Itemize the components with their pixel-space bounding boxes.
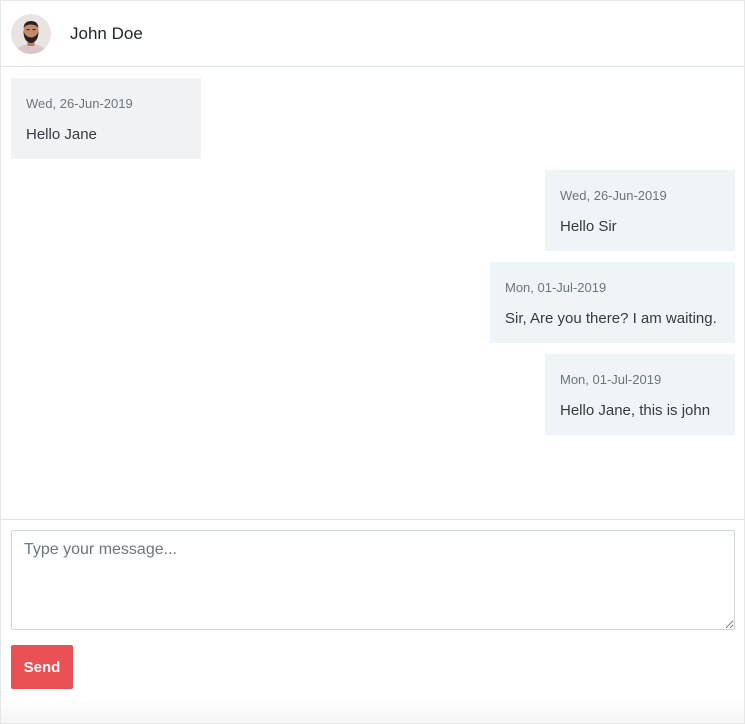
message-text: Hello Jane, this is john — [560, 402, 711, 419]
message-bubble: Wed, 26-Jun-2019 Hello Jane — [11, 78, 201, 159]
message-bubble: Mon, 01-Jul-2019 Hello Jane, this is joh… — [545, 354, 735, 435]
chat-header: John Doe — [1, 1, 744, 67]
message-date: Wed, 26-Jun-2019 — [560, 188, 667, 203]
contact-name: John Doe — [70, 23, 143, 43]
message-text: Hello Sir — [560, 218, 617, 235]
user-avatar-icon — [11, 13, 51, 54]
message-input[interactable] — [11, 530, 735, 630]
message-bubble: Mon, 01-Jul-2019 Sir, Are you there? I a… — [490, 262, 735, 343]
message-date: Mon, 01-Jul-2019 — [560, 372, 662, 387]
avatar[interactable] — [11, 13, 51, 54]
message-composer: Send — [1, 519, 744, 723]
message-date: Wed, 26-Jun-2019 — [26, 96, 133, 111]
chat-window: John Doe Wed, 26-Jun-2019 Hello Jane Wed… — [0, 0, 745, 724]
send-button[interactable]: Send — [11, 645, 73, 689]
message-date: Mon, 01-Jul-2019 — [505, 280, 607, 295]
message-text: Sir, Are you there? I am waiting. — [505, 310, 717, 327]
message-text: Hello Jane — [26, 126, 97, 143]
message-bubble: Wed, 26-Jun-2019 Hello Sir — [545, 170, 735, 251]
message-list: Wed, 26-Jun-2019 Hello Jane Wed, 26-Jun-… — [1, 68, 744, 519]
